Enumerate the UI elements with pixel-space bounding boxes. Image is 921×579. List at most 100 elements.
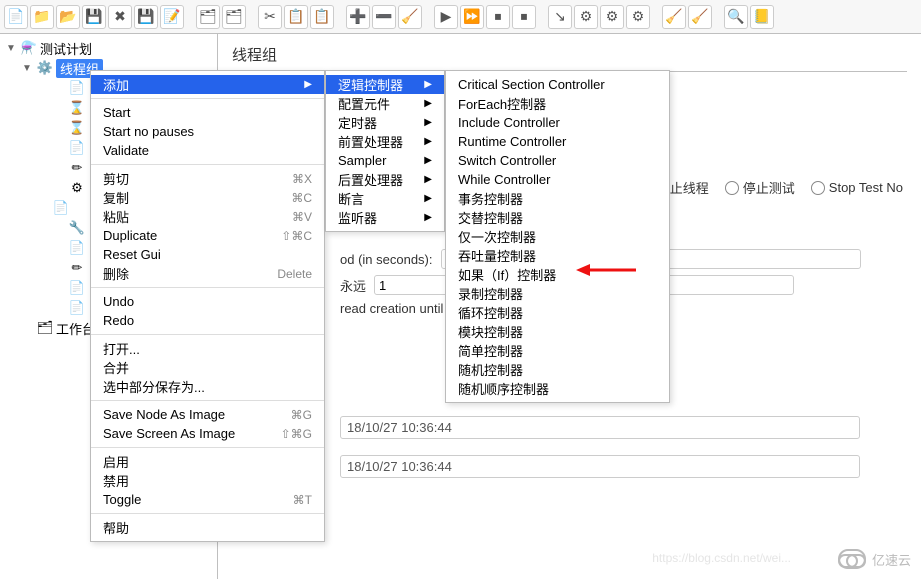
menu-item[interactable]: 删除 Delete: [91, 264, 324, 283]
menu-item[interactable]: 禁用: [91, 471, 324, 490]
menu-item-label: Duplicate: [103, 228, 157, 243]
radio-option[interactable]: 停止测试: [725, 178, 795, 197]
tree-root[interactable]: ▼ ⚗️ 测试计划: [0, 38, 217, 58]
menu-item[interactable]: 逻辑控制器▶: [326, 75, 444, 94]
faint-url: https://blog.csdn.net/wei...: [652, 551, 791, 565]
menu-item[interactable]: Redo: [91, 311, 324, 330]
menu-item-label: 简单控制器: [458, 341, 523, 360]
menu-item[interactable]: While Controller: [446, 170, 669, 189]
toolbar-button[interactable]: 📋: [310, 5, 334, 29]
timestamp-1: 18/10/27 10:36:44: [340, 416, 860, 439]
menu-item[interactable]: 后置处理器▶: [326, 170, 444, 189]
tree-toggle-icon[interactable]: ▼: [6, 43, 18, 54]
context-menu[interactable]: 添加▶ StartStart no pausesValidate 剪切⌘X复制⌘C粘…: [90, 70, 325, 542]
menu-item[interactable]: 选中部分保存为...: [91, 377, 324, 396]
item-icon: 📄: [52, 200, 70, 216]
menu-item-label: 模块控制器: [458, 322, 523, 341]
menu-item-label: Runtime Controller: [458, 134, 566, 149]
menu-item-label: 随机顺序控制器: [458, 379, 549, 398]
menu-item-label: 删除: [103, 264, 129, 283]
menu-item[interactable]: 断言▶: [326, 189, 444, 208]
menu-item[interactable]: 打开...: [91, 339, 324, 358]
shortcut-label: Delete: [277, 267, 312, 281]
menu-item[interactable]: Switch Controller: [446, 151, 669, 170]
menu-item[interactable]: 随机顺序控制器: [446, 379, 669, 398]
menu-item[interactable]: 添加▶: [91, 75, 324, 94]
toolbar-button[interactable]: 📝: [160, 5, 184, 29]
menu-item[interactable]: Duplicate⇧⌘C: [91, 226, 324, 245]
menu-item-label: 添加: [103, 75, 129, 94]
menu-item[interactable]: Undo: [91, 292, 324, 311]
toolbar-button[interactable]: 📁: [30, 5, 54, 29]
toolbar-button[interactable]: ⏹: [486, 5, 510, 29]
menu-item[interactable]: 监听器▶: [326, 208, 444, 227]
toolbar-button[interactable]: ➕: [346, 5, 370, 29]
toolbar-button[interactable]: 💾: [82, 5, 106, 29]
menu-item[interactable]: Sampler▶: [326, 151, 444, 170]
toolbar-button[interactable]: ⏹: [512, 5, 536, 29]
toolbar-button[interactable]: 🗂: [222, 5, 246, 29]
menu-item[interactable]: Critical Section Controller: [446, 75, 669, 94]
toolbar-button[interactable]: ↘: [548, 5, 572, 29]
toolbar-button[interactable]: ▶: [434, 5, 458, 29]
menu-item[interactable]: 随机控制器: [446, 360, 669, 379]
toolbar-button[interactable]: 🧹: [688, 5, 712, 29]
menu-item[interactable]: 简单控制器: [446, 341, 669, 360]
menu-item[interactable]: 模块控制器: [446, 322, 669, 341]
menu-item[interactable]: ForEach控制器: [446, 94, 669, 113]
menu-item[interactable]: 粘贴⌘V: [91, 207, 324, 226]
toolbar-button[interactable]: ➖: [372, 5, 396, 29]
toolbar-button[interactable]: ⏩: [460, 5, 484, 29]
toolbar-button[interactable]: 🔍: [724, 5, 748, 29]
toolbar-button[interactable]: 🧹: [662, 5, 686, 29]
menu-item[interactable]: Toggle⌘T: [91, 490, 324, 509]
menu-item[interactable]: 交替控制器: [446, 208, 669, 227]
menu-item[interactable]: 合并: [91, 358, 324, 377]
toolbar-button[interactable]: ⚙: [626, 5, 650, 29]
shortcut-label: ⌘T: [293, 493, 312, 507]
menu-item[interactable]: 帮助: [91, 518, 324, 537]
menu-item[interactable]: 仅一次控制器: [446, 227, 669, 246]
menu-item[interactable]: Validate: [91, 141, 324, 160]
tree-toggle-icon[interactable]: ▼: [22, 63, 34, 74]
item-icon: ✏: [68, 260, 86, 276]
page-title: 线程组: [232, 44, 907, 65]
menu-item[interactable]: Reset Gui: [91, 245, 324, 264]
toolbar-button[interactable]: 🗂: [196, 5, 220, 29]
menu-item[interactable]: 事务控制器: [446, 189, 669, 208]
menu-item[interactable]: 剪切⌘X: [91, 169, 324, 188]
menu-item[interactable]: 循环控制器: [446, 303, 669, 322]
menu-item[interactable]: 前置处理器▶: [326, 132, 444, 151]
menu-item[interactable]: 配置元件▶: [326, 94, 444, 113]
menu-item[interactable]: 复制⌘C: [91, 188, 324, 207]
submenu-logic-controller[interactable]: Critical Section Controller ForEach控制器Inc…: [445, 70, 670, 403]
toolbar-button[interactable]: 📄: [4, 5, 28, 29]
menu-item[interactable]: Start: [91, 103, 324, 122]
toolbar-button[interactable]: ⚙: [574, 5, 598, 29]
menu-item[interactable]: Save Screen As Image⇧⌘G: [91, 424, 324, 443]
menu-item-label: 粘贴: [103, 207, 129, 226]
toolbar-button[interactable]: 💾: [134, 5, 158, 29]
menu-separator: [91, 287, 324, 288]
radio-option[interactable]: Stop Test No: [811, 180, 903, 195]
submenu-add[interactable]: 逻辑控制器▶配置元件▶定时器▶前置处理器▶Sampler▶后置处理器▶断言▶监听…: [325, 70, 445, 232]
menu-item[interactable]: 定时器▶: [326, 113, 444, 132]
menu-item[interactable]: Save Node As Image⌘G: [91, 405, 324, 424]
shortcut-label: ⌘C: [291, 191, 312, 205]
menu-item-label: 仅一次控制器: [458, 227, 536, 246]
toolbar-button[interactable]: ✖: [108, 5, 132, 29]
toolbar-button[interactable]: ✂: [258, 5, 282, 29]
menu-item-label: Critical Section Controller: [458, 77, 605, 92]
toolbar-button[interactable]: 📂: [56, 5, 80, 29]
menu-item[interactable]: 录制控制器: [446, 284, 669, 303]
toolbar-button[interactable]: ⚙: [600, 5, 624, 29]
toolbar-button[interactable]: 📒: [750, 5, 774, 29]
item-icon: ✏: [68, 160, 86, 176]
flask-icon: ⚗️: [20, 40, 38, 56]
toolbar-button[interactable]: 📋: [284, 5, 308, 29]
menu-item[interactable]: 启用: [91, 452, 324, 471]
menu-item[interactable]: Runtime Controller: [446, 132, 669, 151]
toolbar-button[interactable]: 🧹: [398, 5, 422, 29]
menu-item[interactable]: Start no pauses: [91, 122, 324, 141]
menu-item[interactable]: Include Controller: [446, 113, 669, 132]
